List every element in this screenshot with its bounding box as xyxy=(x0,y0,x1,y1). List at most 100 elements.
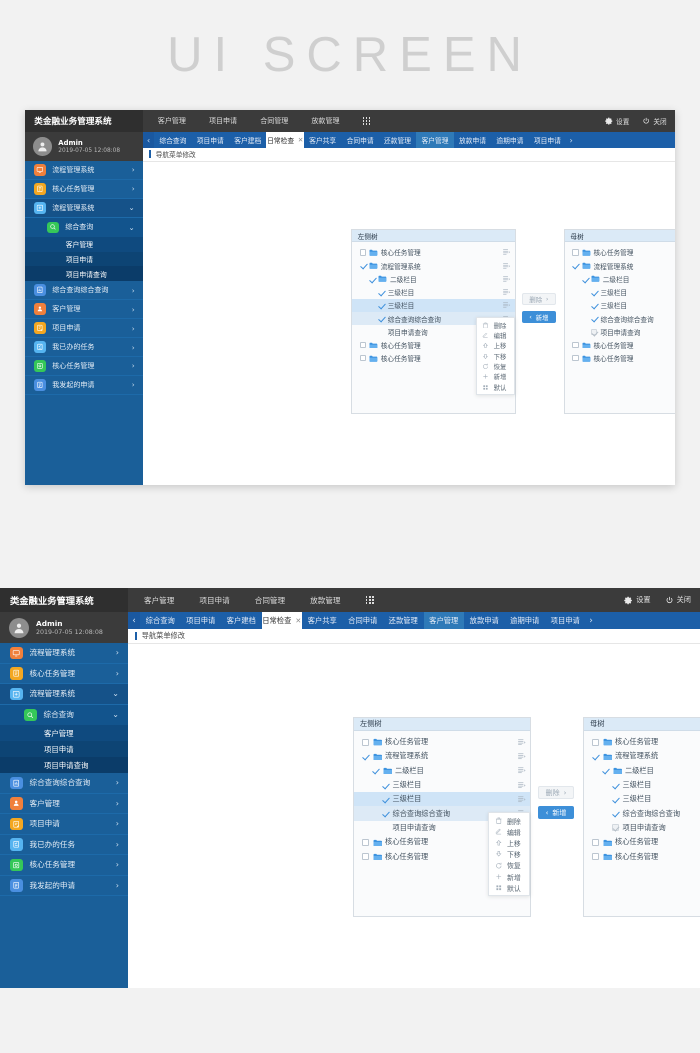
sidebar-item-12[interactable]: 我发起的申请 › xyxy=(0,875,128,896)
tab-10[interactable]: 项目申请 xyxy=(529,132,566,148)
tab-scroll-left-button[interactable]: ‹ xyxy=(128,612,140,629)
tree-node[interactable]: 三级栏目 xyxy=(354,792,530,807)
tree-checkbox[interactable] xyxy=(590,328,598,335)
grid-apps-icon[interactable] xyxy=(362,117,371,125)
topnav-item-3[interactable]: 放款管理 xyxy=(311,116,339,126)
tab-close-icon[interactable]: ✕ xyxy=(295,617,301,625)
tree-checkbox[interactable] xyxy=(362,853,369,861)
tree-checkbox[interactable] xyxy=(362,838,369,846)
tab-1[interactable]: 项目申请 xyxy=(192,132,229,148)
sidebar-item-9[interactable]: 项目申请 › xyxy=(0,814,128,835)
tree-checkbox[interactable] xyxy=(359,249,366,256)
transfer-add-button[interactable]: ‹ 新增 xyxy=(538,806,574,819)
topnav-item-0[interactable]: 客户管理 xyxy=(158,116,186,126)
tab-10[interactable]: 项目申请 xyxy=(545,612,586,629)
tree-node[interactable]: 核心任务管理 xyxy=(354,735,530,749)
tree-checkbox[interactable] xyxy=(362,753,369,760)
sidebar-item-8[interactable]: 客户管理 › xyxy=(0,793,128,814)
tree-node[interactable]: 三级栏目 xyxy=(352,298,515,312)
tree-node[interactable]: 二级栏目 xyxy=(352,272,515,285)
tree-checkbox[interactable] xyxy=(602,767,609,774)
tab-4[interactable]: 客户共享 xyxy=(302,612,343,629)
tab-9[interactable]: 逾期申请 xyxy=(491,132,528,148)
tree-node-menu-icon[interactable] xyxy=(503,289,511,295)
tab-3[interactable]: 日常检查 ✕ xyxy=(261,612,302,629)
user-profile[interactable]: Admin 2019-07-05 12:08:08 xyxy=(25,132,143,161)
tree-checkbox[interactable] xyxy=(612,796,619,803)
tree-checkbox[interactable] xyxy=(592,853,599,861)
tree-checkbox[interactable] xyxy=(591,315,597,321)
context-menu-item-上移[interactable]: 上移 xyxy=(477,341,514,351)
tab-4[interactable]: 客户共享 xyxy=(304,132,341,148)
sidebar-item-5[interactable]: 项目申请 xyxy=(25,251,143,267)
sidebar-item-4[interactable]: 客户管理 xyxy=(0,725,128,741)
sidebar-item-2[interactable]: 流程管理系统 ⌄ xyxy=(25,198,143,218)
tab-6[interactable]: 还款管理 xyxy=(379,132,416,148)
tree-checkbox[interactable] xyxy=(612,824,619,832)
tree-checkbox[interactable] xyxy=(378,302,384,308)
sidebar-item-11[interactable]: 核心任务管理 › xyxy=(25,357,143,376)
tab-6[interactable]: 还款管理 xyxy=(383,612,424,629)
tab-0[interactable]: 综合查询 xyxy=(154,132,191,148)
tree-node[interactable]: 二级栏目 xyxy=(565,272,675,285)
tree-checkbox[interactable] xyxy=(572,262,578,268)
sidebar-item-10[interactable]: 我已办的任务 › xyxy=(25,338,143,358)
sidebar-item-11[interactable]: 核心任务管理 › xyxy=(0,855,128,876)
tree-node[interactable]: 三级栏目 xyxy=(584,778,700,792)
tab-scroll-right-button[interactable]: › xyxy=(586,612,597,629)
tree-checkbox[interactable] xyxy=(572,249,579,256)
tree-checkbox[interactable] xyxy=(582,276,588,282)
sidebar-item-6[interactable]: 项目申请查询 xyxy=(0,757,128,773)
sidebar-item-8[interactable]: 客户管理 › xyxy=(25,300,143,320)
tree-node[interactable]: 二级栏目 xyxy=(584,764,700,778)
sidebar-item-5[interactable]: 项目申请 xyxy=(0,741,128,757)
sidebar-item-6[interactable]: 项目申请查询 xyxy=(25,266,143,282)
grid-apps-icon[interactable] xyxy=(365,596,375,604)
tree-node[interactable]: 核心任务管理 xyxy=(584,735,700,749)
sidebar-item-7[interactable]: 综合查询综合查询 › xyxy=(0,773,128,794)
tree-checkbox[interactable] xyxy=(369,276,375,282)
tree-checkbox[interactable] xyxy=(378,289,384,295)
tree-checkbox[interactable] xyxy=(592,738,599,746)
tab-7[interactable]: 客户管理 xyxy=(423,612,464,629)
topnav-item-1[interactable]: 项目申请 xyxy=(209,116,237,126)
transfer-remove-button[interactable]: 删除 › xyxy=(538,786,574,799)
header-power-action[interactable]: 关闭 xyxy=(665,595,691,605)
sidebar-item-3[interactable]: 综合查询 ⌄ xyxy=(25,217,143,237)
tree-checkbox[interactable] xyxy=(362,738,369,746)
transfer-add-button[interactable]: ‹ 新增 xyxy=(522,311,556,324)
context-menu-item-删除[interactable]: 删除 xyxy=(489,815,529,826)
tree-checkbox[interactable] xyxy=(382,782,389,789)
tree-node-menu-icon[interactable] xyxy=(518,753,526,760)
tab-7[interactable]: 客户管理 xyxy=(416,132,454,148)
tree-node[interactable]: 流程管理系统 xyxy=(352,259,515,272)
topnav-item-2[interactable]: 合同管理 xyxy=(255,595,285,606)
context-menu-item-恢复[interactable]: 恢复 xyxy=(477,361,514,371)
context-menu-item-默认[interactable]: 默认 xyxy=(489,882,529,893)
tree-node[interactable]: 核心任务管理 xyxy=(565,352,675,365)
tree-node[interactable]: 三级栏目 xyxy=(565,285,675,298)
tree-node[interactable]: 核心任务管理 xyxy=(584,849,700,863)
sidebar-item-3[interactable]: 综合查询 ⌄ xyxy=(0,704,128,725)
context-menu-item-新增[interactable]: 新增 xyxy=(477,372,514,382)
tree-checkbox[interactable] xyxy=(612,810,619,817)
tree-node[interactable]: 核心任务管理 xyxy=(352,246,515,259)
header-gear-action[interactable]: 设置 xyxy=(624,595,651,605)
tree-checkbox[interactable] xyxy=(360,262,366,268)
tree-checkbox[interactable] xyxy=(378,315,384,321)
tree-node[interactable]: 综合查询综合查询 xyxy=(565,312,675,325)
tree-checkbox[interactable] xyxy=(612,782,619,789)
sidebar-item-2[interactable]: 流程管理系统 ⌄ xyxy=(0,684,128,705)
tree-checkbox[interactable] xyxy=(592,753,599,760)
sidebar-item-0[interactable]: 流程管理系统 › xyxy=(25,161,143,180)
tree-node[interactable]: 二级栏目 xyxy=(354,764,530,778)
sidebar-item-1[interactable]: 核心任务管理 › xyxy=(0,663,128,684)
context-menu-item-下移[interactable]: 下移 xyxy=(489,849,529,860)
tree-node[interactable]: 三级栏目 xyxy=(565,299,675,312)
tree-checkbox[interactable] xyxy=(572,354,579,362)
tree-checkbox[interactable] xyxy=(382,810,389,817)
tree-node[interactable]: 项目申请查询 xyxy=(565,325,675,338)
tab-close-icon[interactable]: ✕ xyxy=(298,136,303,144)
sidebar-item-1[interactable]: 核心任务管理 › xyxy=(25,179,143,199)
sidebar-item-7[interactable]: 综合查询综合查询 › xyxy=(25,281,143,301)
